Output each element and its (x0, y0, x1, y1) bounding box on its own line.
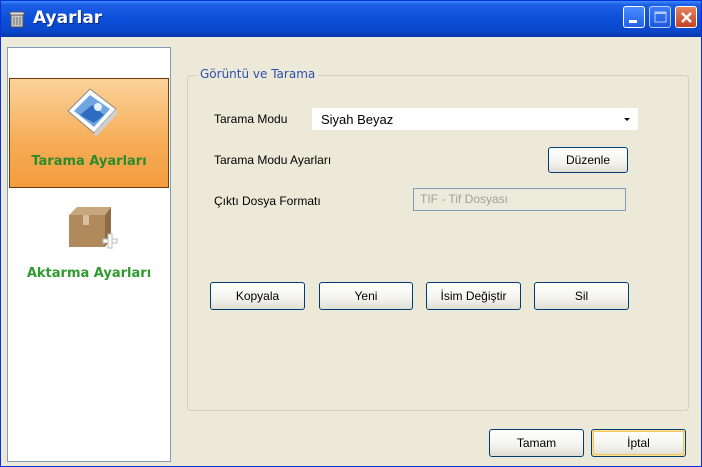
output-format-value: TIF - Tif Dosyası (420, 192, 509, 206)
trash-can-icon (9, 11, 25, 28)
close-icon (681, 12, 692, 23)
title-bar[interactable]: Ayarlar (1, 1, 701, 37)
transfer-box-icon (69, 207, 118, 249)
groupbox-legend: Görüntü ve Tarama (197, 67, 319, 81)
minimize-icon (629, 20, 637, 23)
settings-sidebar: Tarama Ayarları Aktarma Ayarları (7, 47, 171, 462)
rename-button[interactable]: İsim Değiştir (426, 282, 521, 310)
close-button[interactable] (675, 6, 697, 28)
scan-mode-settings-label: Tarama Modu Ayarları (214, 153, 332, 167)
delete-button[interactable]: Sil (534, 282, 629, 310)
scan-mode-label: Tarama Modu (214, 112, 288, 126)
settings-window: Ayarlar Tarama Ayarları Aktarma Ayarları… (0, 0, 702, 467)
scan-mode-select[interactable]: Siyah Beyaz (312, 108, 638, 130)
scan-settings-icon (67, 88, 118, 137)
maximize-icon (654, 11, 667, 23)
sidebar-item-label: Tarama Ayarları (31, 154, 147, 169)
output-format-field[interactable]: TIF - Tif Dosyası (413, 188, 626, 211)
window-title: Ayarlar (33, 8, 103, 28)
scan-mode-value: Siyah Beyaz (321, 112, 394, 127)
cancel-button[interactable]: İptal (591, 429, 686, 457)
edit-button[interactable]: Düzenle (548, 147, 628, 173)
minimize-button[interactable] (623, 6, 645, 28)
sidebar-item-scan-settings[interactable]: Tarama Ayarları (9, 78, 169, 188)
maximize-button[interactable] (649, 6, 671, 28)
sidebar-item-label: Aktarma Ayarları (26, 266, 152, 281)
chevron-down-icon[interactable] (620, 112, 634, 126)
copy-button[interactable]: Kopyala (210, 282, 305, 310)
new-button[interactable]: Yeni (319, 282, 413, 310)
output-format-label: Çıktı Dosya Formatı (214, 194, 321, 208)
ok-button[interactable]: Tamam (489, 429, 584, 457)
sidebar-item-transfer-settings[interactable]: Aktarma Ayarları (9, 194, 169, 304)
